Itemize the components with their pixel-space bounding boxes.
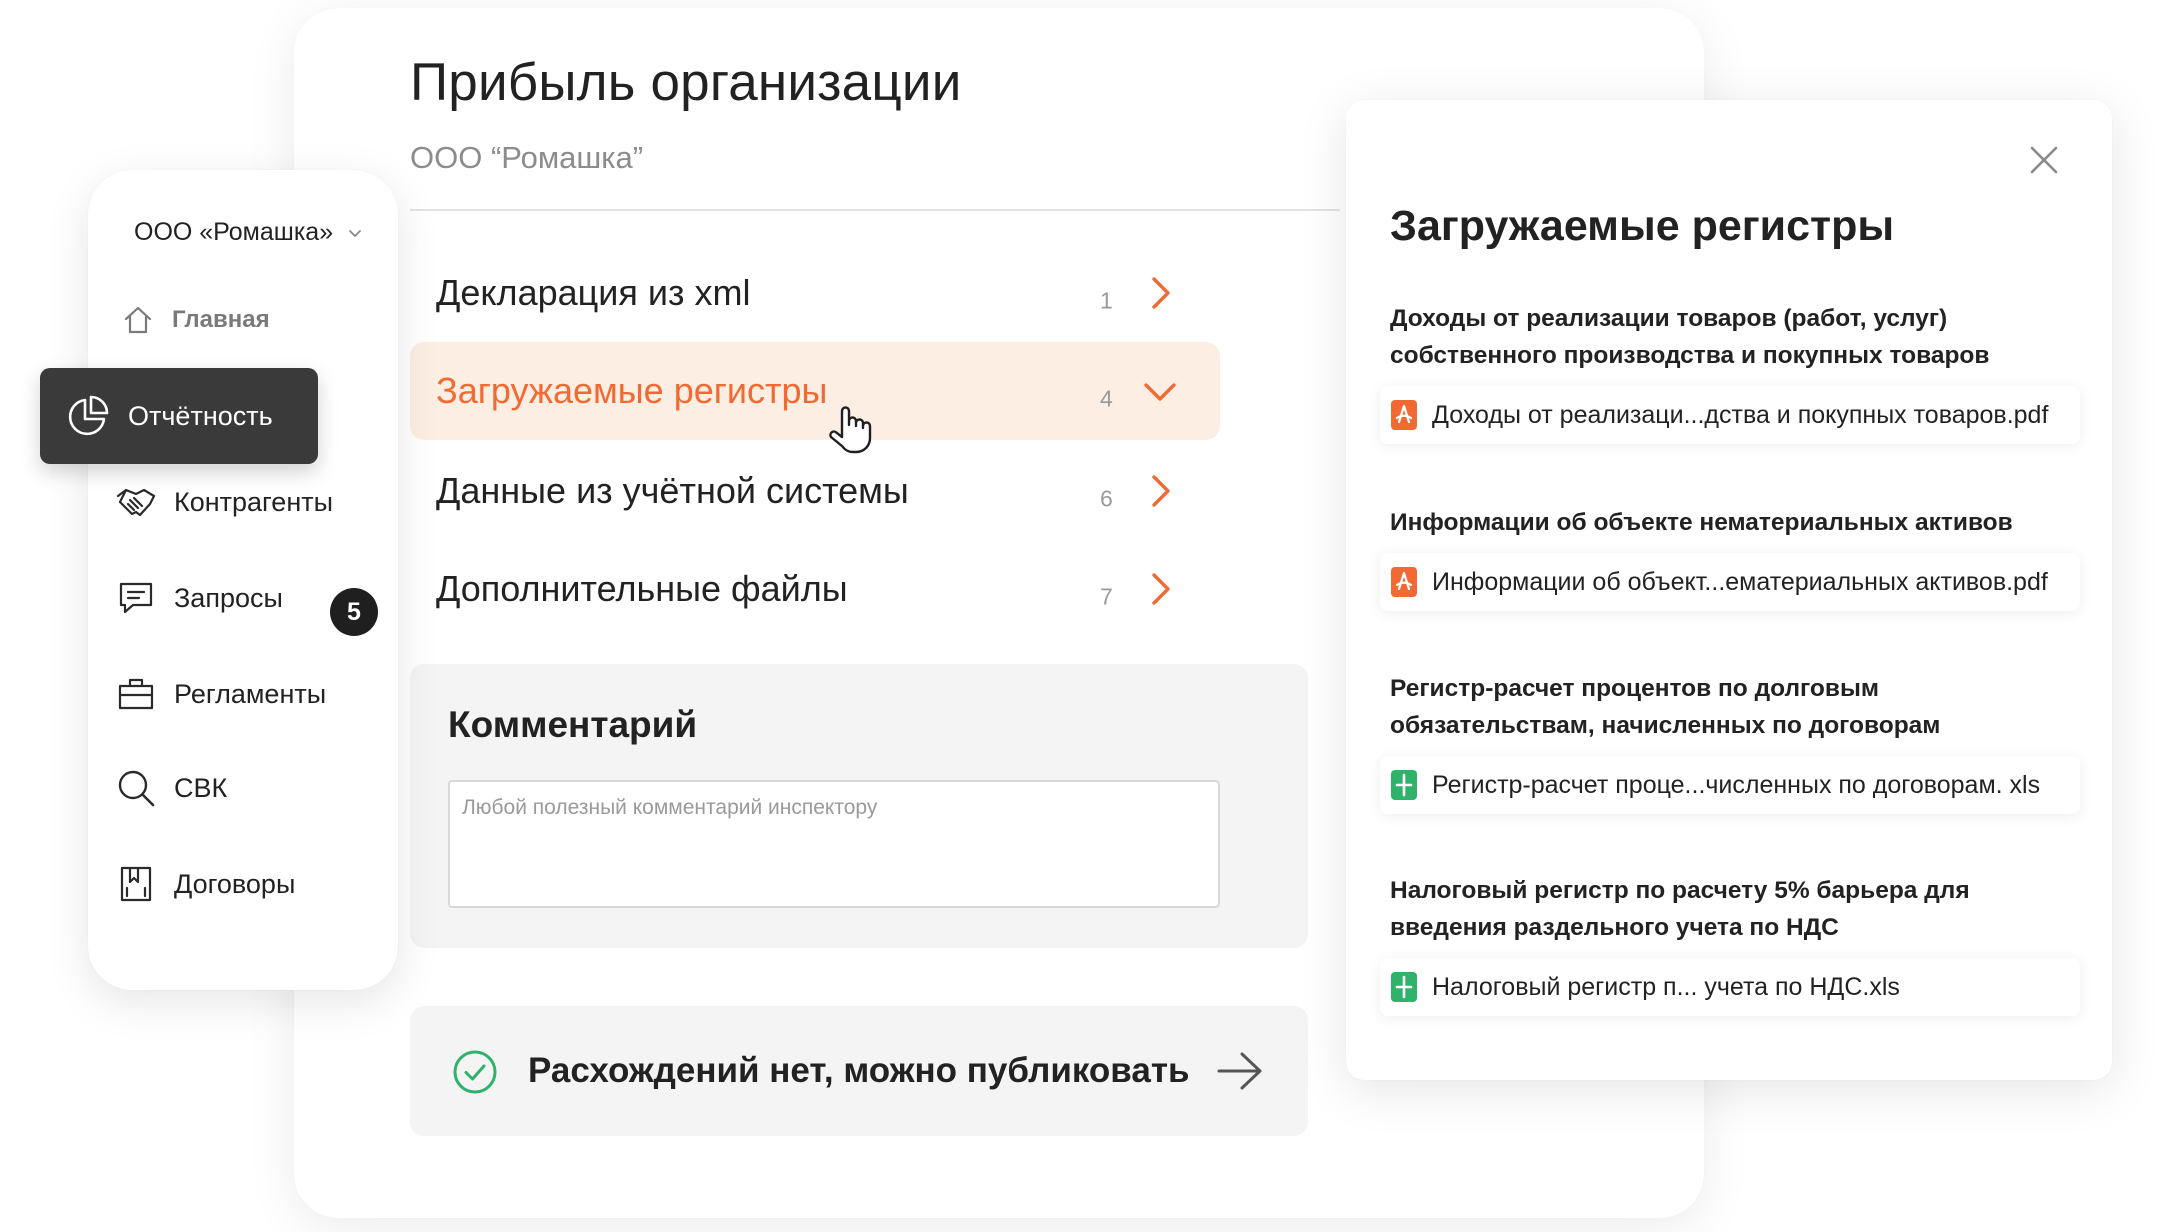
register-file[interactable]: Налоговый регистр п... учета по НДС.xls (1380, 958, 2080, 1016)
register-group: Доходы от реализации товаров (работ, усл… (1380, 300, 2080, 444)
section-label: Данные из учётной системы (436, 470, 909, 511)
home-icon (124, 306, 152, 334)
page-title: Прибыль организации (410, 53, 962, 112)
pdf-file-icon (1391, 400, 1417, 430)
publish-button[interactable]: Расхождений нет, можно публиковать (410, 1006, 1308, 1136)
register-heading: Информации об объекте нематериальных акт… (1390, 509, 2013, 536)
close-icon[interactable] (2026, 142, 2062, 178)
comment-input[interactable] (448, 780, 1220, 908)
nav-label: Договоры (174, 868, 296, 899)
nav-label: Контрагенты (174, 486, 334, 517)
nav-item-reports[interactable]: Отчётность (40, 368, 318, 464)
section-label: Дополнительные файлы (436, 568, 848, 609)
chevron-right-icon (1152, 277, 1170, 309)
sidebar: ООО «Ромашка» Главная Контрагенты Запрос… (88, 170, 398, 990)
register-file-name: Налоговый регистр п... учета по НДС.xls (1432, 972, 1900, 1001)
register-file[interactable]: Регистр-расчет проце...численных по дого… (1380, 756, 2080, 814)
nav-label: Регламенты (174, 678, 327, 709)
register-group: Регистр-расчет процентов по долговым обя… (1380, 670, 2080, 814)
handshake-icon (116, 488, 156, 517)
section-row-declaration[interactable]: Декларация из xml 1 (410, 244, 1220, 342)
register-file-name: Доходы от реализаци...дства и покупных т… (1432, 400, 2049, 429)
nav-label: Отчётность (128, 400, 273, 431)
check-circle-icon (453, 1050, 497, 1094)
comment-panel: Комментарий (410, 664, 1308, 948)
registers-panel: Загружаемые регистры Доходы от реализаци… (1346, 100, 2112, 1080)
register-group: Налоговый регистр по расчету 5% барьера … (1380, 872, 2080, 1016)
contracts-icon (120, 866, 152, 902)
org-name: ООО «Ромашка» (134, 218, 334, 246)
chevron-right-icon (1152, 475, 1170, 507)
search-icon (118, 770, 155, 807)
section-count: 4 (1100, 385, 1113, 412)
register-file-name: Информации об объект...ематериальных акт… (1432, 567, 2048, 596)
page-subtitle: ООО “Ромашка” (410, 140, 644, 175)
chevron-down-icon (349, 229, 362, 237)
hand-cursor-icon (829, 406, 872, 454)
chevron-right-icon (1152, 573, 1170, 605)
register-file[interactable]: Доходы от реализаци...дства и покупных т… (1380, 386, 2080, 444)
arrow-right-icon (1217, 1052, 1262, 1090)
nav-item-counterparties[interactable]: Контрагенты (116, 482, 333, 522)
chat-icon (119, 582, 153, 614)
nav-label: СВК (174, 772, 228, 803)
register-heading: Доходы от реализации товаров (работ, усл… (1390, 305, 1990, 369)
nav-label: Главная (172, 306, 270, 333)
registers-title: Загружаемые регистры (1390, 202, 1895, 250)
section-count: 7 (1100, 583, 1113, 610)
requests-badge: 5 (330, 588, 378, 636)
title-divider (410, 209, 1340, 211)
register-heading: Налоговый регистр по расчету 5% барьера … (1390, 877, 1970, 941)
section-row-registers[interactable]: Загружаемые регистры 4 (410, 342, 1220, 440)
register-file-name: Регистр-расчет проце...численных по дого… (1432, 770, 2041, 799)
section-label: Декларация из xml (436, 272, 751, 313)
section-label: Загружаемые регистры (436, 370, 828, 411)
xls-file-icon (1391, 770, 1417, 800)
register-heading: Регистр-расчет процентов по долговым обя… (1390, 675, 1941, 739)
section-count: 6 (1100, 485, 1113, 512)
section-row-additional-files[interactable]: Дополнительные файлы 7 (410, 540, 1220, 638)
section-row-accounting-data[interactable]: Данные из учётной системы 6 (410, 442, 1220, 540)
chevron-down-icon (1144, 383, 1176, 401)
briefcase-icon (118, 678, 154, 710)
org-selector[interactable]: ООО «Ромашка» (134, 218, 363, 247)
comment-heading: Комментарий (448, 704, 698, 745)
nav-item-home[interactable]: Главная (122, 304, 270, 336)
section-count: 1 (1100, 287, 1113, 314)
pie-chart-icon (68, 395, 109, 436)
nav-label: Запросы (174, 582, 283, 613)
register-file[interactable]: Информации об объект...ематериальных акт… (1380, 553, 2080, 611)
xls-file-icon (1391, 972, 1417, 1002)
nav-item-svk[interactable]: СВК (116, 768, 227, 808)
nav-item-requests[interactable]: Запросы (116, 578, 283, 618)
nav-item-contracts[interactable]: Договоры (116, 864, 295, 904)
publish-text: Расхождений нет, можно публиковать (528, 1051, 1190, 1090)
nav-item-regulations[interactable]: Регламенты (116, 674, 326, 714)
pdf-file-icon (1391, 567, 1417, 597)
register-group: Информации об объекте нематериальных акт… (1380, 504, 2080, 611)
